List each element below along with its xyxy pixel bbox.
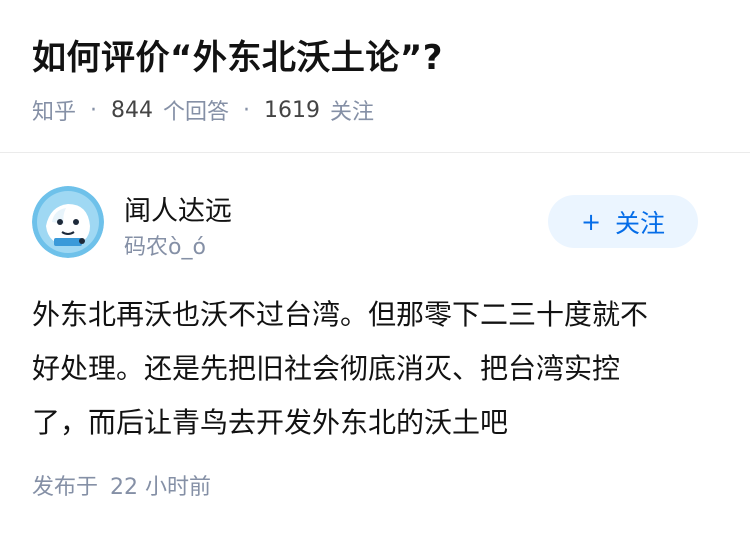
answer-line: 了，而后让青鸟去开发外东北的沃土吧: [32, 406, 509, 439]
separator-dot: ·: [90, 97, 98, 123]
answer-line: 好处理。还是先把旧社会彻底消灭、把台湾实控: [32, 352, 621, 385]
shark-avatar-icon: [32, 186, 104, 258]
separator-dot: ·: [243, 97, 251, 123]
follow-button-label: 关注: [615, 208, 666, 238]
posted-time-value: 22 小时前: [110, 475, 212, 500]
source-label[interactable]: 知乎: [32, 94, 76, 126]
answer-content[interactable]: 外东北再沃也沃不过台湾。但那零下二三十度就不 好处理。还是先把旧社会彻底消灭、把…: [32, 288, 722, 450]
author-row: 闻人达远 码农ò_ó + 关注: [0, 183, 750, 263]
author-avatar[interactable]: [32, 186, 104, 258]
question-meta: 知乎 · 844 个回答 · 1619 关注: [32, 94, 374, 126]
author-name[interactable]: 闻人达远: [124, 189, 232, 228]
follow-button[interactable]: + 关注: [548, 195, 698, 248]
follower-count: 1619: [264, 97, 321, 123]
answer-count: 844: [111, 97, 154, 123]
posted-label: 发布于: [32, 475, 99, 500]
follower-count-label[interactable]: 关注: [330, 94, 374, 126]
answer-count-label[interactable]: 个回答: [163, 94, 229, 126]
plus-icon: +: [580, 207, 602, 236]
question-title[interactable]: 如何评价“外东北沃土论”?: [32, 30, 443, 79]
question-header: 如何评价“外东北沃土论”? 知乎 · 844 个回答 · 1619 关注: [0, 0, 750, 153]
answer-line: 外东北再沃也沃不过台湾。但那零下二三十度就不: [32, 298, 649, 331]
post-time: 发布于 22 小时前: [32, 469, 211, 501]
author-bio: 码农ò_ó: [124, 235, 206, 260]
